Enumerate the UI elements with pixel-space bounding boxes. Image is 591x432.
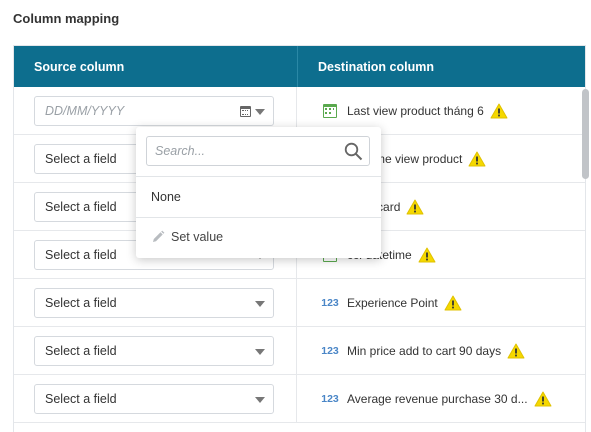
header-destination-column: Destination column [318, 59, 434, 74]
destination-cell: 123 Average revenue purchase 30 d... [297, 375, 585, 422]
source-field-select[interactable]: Select a field [34, 287, 274, 318]
destination-cell: 123 Experience Point [297, 279, 585, 326]
warning-icon [468, 151, 486, 167]
select-value: Select a field [45, 343, 117, 358]
source-cell: Select a field [14, 279, 297, 326]
pencil-icon [153, 230, 165, 242]
chevron-down-icon[interactable] [255, 348, 265, 355]
section-title: Column mapping [13, 11, 120, 26]
select-value: Select a field [45, 247, 117, 262]
date-placeholder: DD/MM/YYYY [45, 103, 125, 118]
select-value: Select a field [45, 295, 117, 310]
select-value: Select a field [45, 199, 117, 214]
dropdown-divider [136, 176, 381, 177]
source-field-select[interactable]: Select a field [34, 383, 274, 414]
scrollbar-thumb[interactable] [582, 89, 589, 179]
table-row: Select a field 123 Min price add to cart 9… [14, 327, 585, 375]
warning-icon [534, 391, 552, 407]
source-cell: Select a field [14, 375, 297, 422]
warning-icon [406, 199, 424, 215]
dropdown-item-set-value[interactable]: Set value [151, 230, 223, 244]
field-dropdown-menu: None Set value [136, 127, 381, 258]
table-row: Select a field 123 Experience Point [14, 279, 585, 327]
destination-label: Min price add to cart 90 days [347, 343, 502, 358]
table-row: Select a field 123 Average revenue purchas… [14, 375, 585, 423]
select-value: Select a field [45, 391, 117, 406]
calendar-icon[interactable] [240, 105, 251, 117]
dropdown-item-none[interactable]: None [151, 190, 181, 204]
destination-label: Average revenue purchase 30 d... [347, 391, 528, 406]
destination-label: Experience Point [347, 295, 438, 310]
number-type-icon: 123 [321, 296, 339, 309]
select-value: Select a field [45, 151, 117, 166]
destination-cell: 123 Min price add to cart 90 days [297, 327, 585, 374]
dropdown-search-field[interactable] [146, 136, 370, 166]
source-field-select[interactable]: Select a field [34, 335, 274, 366]
search-icon[interactable] [344, 142, 363, 161]
warning-icon [444, 295, 462, 311]
destination-label: Last view product tháng 6 [347, 103, 484, 118]
table-header: Source column Destination column [14, 46, 585, 87]
source-cell: Select a field [14, 327, 297, 374]
set-value-label: Set value [171, 230, 224, 244]
header-source-column: Source column [14, 46, 298, 87]
chevron-down-icon[interactable] [255, 300, 265, 307]
date-input[interactable]: DD/MM/YYYY [34, 95, 274, 126]
number-type-icon: 123 [321, 344, 339, 357]
warning-icon [490, 103, 508, 119]
chevron-down-icon[interactable] [255, 108, 265, 115]
warning-icon [507, 343, 525, 359]
warning-icon [418, 247, 436, 263]
chevron-down-icon[interactable] [255, 396, 265, 403]
dropdown-divider [136, 217, 381, 218]
dropdown-search-input[interactable] [155, 144, 335, 158]
date-type-icon [321, 103, 339, 118]
number-type-icon: 123 [321, 392, 339, 405]
